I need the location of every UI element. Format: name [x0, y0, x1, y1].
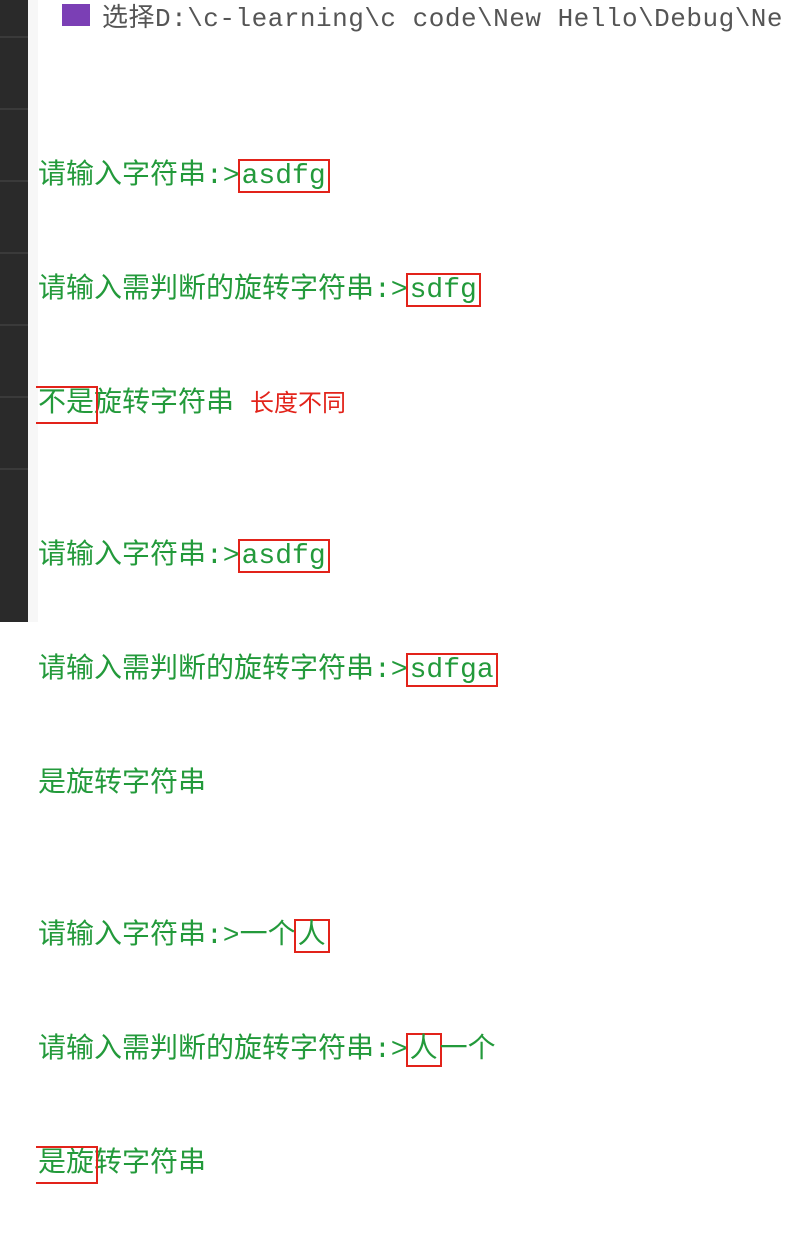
console-line: 请输入字符串:>一个人 [38, 918, 496, 956]
user-input-highlight: sdfga [406, 653, 498, 687]
window-title: 选择D:\c-learning\c code\New Hello\Debug\N… [102, 0, 783, 34]
annotation-length-diff: 长度不同 [250, 392, 346, 419]
console-line: 请输入需判断的旋转字符串:>人一个 [38, 1032, 496, 1070]
editor-thin-column [28, 0, 38, 622]
prompt-input-rotated: 请输入需判断的旋转字符串:> [38, 1035, 408, 1066]
window-title-bar: 选择D:\c-learning\c code\New Hello\Debug\N… [38, 0, 783, 30]
console-line: 请输入需判断的旋转字符串:>sdfg [38, 272, 496, 310]
console-output: 请输入字符串:>asdfg 请输入需判断的旋转字符串:>sdfg 不是旋转字符串… [38, 44, 496, 1244]
console-line: 请输入字符串:>asdfg [38, 158, 496, 196]
prompt-input-rotated: 请输入需判断的旋转字符串:> [38, 275, 408, 306]
prompt-input-string: 请输入字符串:> [38, 161, 240, 192]
console-line: 请输入字符串:>asdfg [38, 538, 496, 576]
user-input-highlight: 人 [294, 919, 330, 953]
app-icon [62, 4, 90, 26]
console-line: 是旋转字符串 [38, 766, 496, 804]
prompt-input-string: 请输入字符串:> [38, 921, 240, 952]
result-not-rotated: 不是旋转字符串 [38, 389, 234, 420]
prompt-input-string: 请输入字符串:> [38, 541, 240, 572]
result-is-rotated: 是旋转字符串 [38, 1149, 206, 1180]
user-input-highlight: asdfg [238, 159, 330, 193]
result-is-rotated: 是旋转字符串 [38, 769, 206, 800]
prompt-input-rotated: 请输入需判断的旋转字符串:> [38, 655, 408, 686]
user-input-highlight: 人 [406, 1033, 442, 1067]
editor-gutter [0, 0, 28, 622]
console-line: 是旋转字符串 [38, 1146, 496, 1184]
console-line: 不是旋转字符串长度不同 [38, 386, 496, 424]
console-line: 请输入需判断的旋转字符串:>sdfga [38, 652, 496, 690]
user-input-highlight: sdfg [406, 273, 481, 307]
user-input-highlight: asdfg [238, 539, 330, 573]
